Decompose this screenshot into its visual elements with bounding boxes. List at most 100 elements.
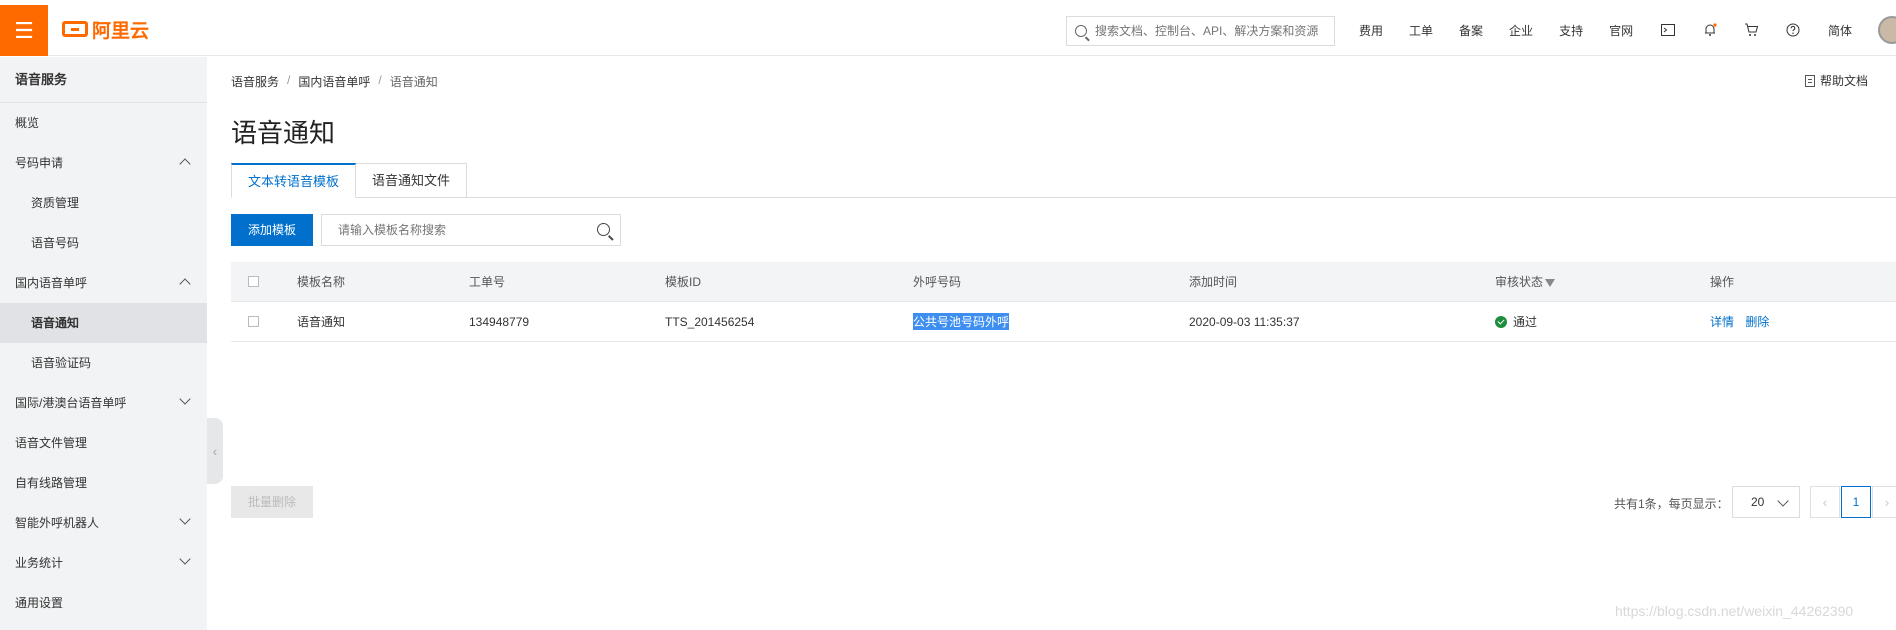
- sidebar-item-label: 语音号码: [31, 236, 80, 250]
- column-header-template-id: 模板ID: [665, 275, 702, 289]
- chevron-right-icon: ›: [1884, 494, 1890, 510]
- document-icon: [1805, 74, 1815, 87]
- chevron-left-icon: ‹: [1822, 494, 1828, 510]
- column-header-ticket: 工单号: [469, 275, 506, 289]
- sidebar-item-overview[interactable]: 概览: [0, 103, 207, 143]
- cell-template-id: TTS_201456254: [665, 314, 755, 329]
- top-link-tickets[interactable]: 工单: [1409, 22, 1433, 39]
- top-link-fees[interactable]: 费用: [1359, 22, 1383, 39]
- sidebar-title: 语音服务: [0, 57, 207, 103]
- sidebar-item-qualification[interactable]: 资质管理: [0, 183, 207, 223]
- cell-ticket: 134948779: [469, 314, 530, 329]
- top-link-official-site[interactable]: 官网: [1609, 22, 1633, 39]
- sidebar-item-label: 自有线路管理: [15, 476, 88, 490]
- table-header: 模板名称 工单号 模板ID 外呼号码 添加时间 审核状态 操作: [231, 262, 1896, 302]
- breadcrumb-separator: /: [378, 73, 382, 87]
- sidebar-item-domestic-call[interactable]: 国内语音单呼: [0, 263, 207, 303]
- template-table: 模板名称 工单号 模板ID 外呼号码 添加时间 审核状态 操作 语音通知 134…: [231, 262, 1896, 342]
- language-switch[interactable]: 简体: [1828, 22, 1852, 39]
- pagination-summary: 共有1条，每页显示：: [1614, 497, 1729, 511]
- sidebar-item-statistics[interactable]: 业务统计: [0, 543, 207, 583]
- sidebar: 语音服务 概览 号码申请 资质管理 语音号码 国内语音单呼 语音通知 语音验证码…: [0, 57, 207, 630]
- page-title: 语音通知: [231, 118, 336, 148]
- sidebar-item-label: 国际/港澳台语音单呼: [15, 396, 127, 410]
- aliyun-logo[interactable]: 阿里云: [62, 19, 149, 42]
- page-number-button[interactable]: 1: [1841, 486, 1871, 518]
- breadcrumb-item[interactable]: 语音服务: [231, 73, 279, 90]
- batch-delete-button[interactable]: 批量删除: [231, 486, 313, 518]
- sidebar-item-label: 资质管理: [31, 196, 80, 210]
- chevron-down-icon: [1777, 495, 1789, 507]
- add-template-button[interactable]: 添加模板: [231, 214, 313, 246]
- search-icon: [1075, 25, 1087, 37]
- cell-status: 通过: [1495, 313, 1537, 330]
- sidebar-item-general-settings[interactable]: 通用设置: [0, 583, 207, 623]
- column-header-actions: 操作: [1710, 275, 1735, 289]
- row-checkbox[interactable]: [248, 316, 259, 327]
- sidebar-item-voice-files[interactable]: 语音文件管理: [0, 423, 207, 463]
- select-all-checkbox[interactable]: [248, 276, 259, 287]
- help-docs-link[interactable]: 帮助文档: [1805, 72, 1868, 89]
- sidebar-item-international-call[interactable]: 国际/港澳台语音单呼: [0, 383, 207, 423]
- column-header-name: 模板名称: [297, 275, 346, 289]
- cell-added-time: 2020-09-03 11:35:37: [1189, 314, 1300, 329]
- logo-text: 阿里云: [92, 20, 150, 42]
- breadcrumb-item[interactable]: 国内语音单呼: [298, 73, 370, 90]
- check-circle-icon: [1495, 316, 1507, 328]
- status-header-label: 审核状态: [1495, 275, 1544, 289]
- hamburger-menu-icon[interactable]: ☰: [0, 5, 48, 56]
- sidebar-item-voice-verification[interactable]: 语音验证码: [0, 343, 207, 383]
- top-link-support[interactable]: 支持: [1559, 22, 1583, 39]
- chevron-up-icon: [179, 158, 191, 170]
- page-size-select[interactable]: 20: [1732, 486, 1800, 518]
- sidebar-item-number-apply[interactable]: 号码申请: [0, 143, 207, 183]
- bell-icon[interactable]: [1702, 22, 1718, 38]
- tabs-divider: [231, 197, 1896, 198]
- user-avatar[interactable]: [1878, 16, 1896, 44]
- breadcrumb-separator: /: [287, 73, 291, 87]
- sidebar-item-label: 智能外呼机器人: [15, 516, 100, 530]
- sidebar-item-outbound-robot[interactable]: 智能外呼机器人: [0, 503, 207, 543]
- sidebar-item-label: 语音文件管理: [15, 436, 88, 450]
- cell-caller-selected: 公共号池号码外呼: [913, 313, 1010, 330]
- sidebar-item-own-lines[interactable]: 自有线路管理: [0, 463, 207, 503]
- top-navigation-bar: ☰ 阿里云 费用 工单 备案 企业 支持 官网 简体: [0, 0, 1896, 56]
- column-header-status[interactable]: 审核状态: [1495, 273, 1556, 290]
- template-search-input[interactable]: [338, 223, 578, 237]
- next-page-button[interactable]: ›: [1872, 486, 1896, 518]
- template-search: [321, 214, 621, 246]
- delete-link[interactable]: 删除: [1745, 315, 1769, 329]
- column-header-added-time: 添加时间: [1189, 275, 1238, 289]
- sidebar-item-label: 语音通知: [31, 316, 80, 330]
- breadcrumb: 语音服务 / 国内语音单呼 / 语音通知: [231, 73, 438, 90]
- sidebar-item-label: 语音验证码: [31, 356, 92, 370]
- help-icon[interactable]: [1785, 22, 1801, 38]
- sidebar-item-label: 通用设置: [15, 596, 64, 610]
- sidebar-item-label: 国内语音单呼: [15, 276, 88, 290]
- help-docs-label: 帮助文档: [1820, 74, 1869, 88]
- watermark: https://blog.csdn.net/weixin_44262390: [1615, 603, 1854, 619]
- sidebar-item-voice-number[interactable]: 语音号码: [0, 223, 207, 263]
- sidebar-item-voice-notification[interactable]: 语音通知: [0, 303, 207, 343]
- cart-icon[interactable]: [1743, 22, 1759, 38]
- column-header-caller: 外呼号码: [913, 275, 962, 289]
- terminal-icon[interactable]: [1660, 22, 1676, 38]
- search-icon[interactable]: [597, 223, 610, 236]
- filter-icon[interactable]: [1545, 279, 1556, 287]
- chevron-down-icon: [179, 393, 191, 405]
- global-search[interactable]: [1066, 16, 1335, 46]
- global-search-input[interactable]: [1095, 24, 1325, 38]
- chevron-down-icon: [179, 513, 191, 525]
- table-row: 语音通知 134948779 TTS_201456254 公共号池号码外呼 20…: [231, 302, 1896, 342]
- chevron-down-icon: [179, 553, 191, 565]
- tab-voice-files[interactable]: 语音通知文件: [355, 163, 468, 198]
- status-badge: 通过: [1513, 315, 1538, 329]
- prev-page-button[interactable]: ‹: [1810, 486, 1840, 518]
- aliyun-logo-mark: [62, 21, 88, 37]
- tab-tts-templates[interactable]: 文本转语音模板: [231, 163, 357, 198]
- top-link-enterprise[interactable]: 企业: [1509, 22, 1533, 39]
- top-link-icp[interactable]: 备案: [1459, 22, 1483, 39]
- cell-template-name: 语音通知: [297, 315, 346, 329]
- sidebar-collapse-handle[interactable]: ‹: [207, 418, 223, 484]
- detail-link[interactable]: 详情: [1710, 315, 1734, 329]
